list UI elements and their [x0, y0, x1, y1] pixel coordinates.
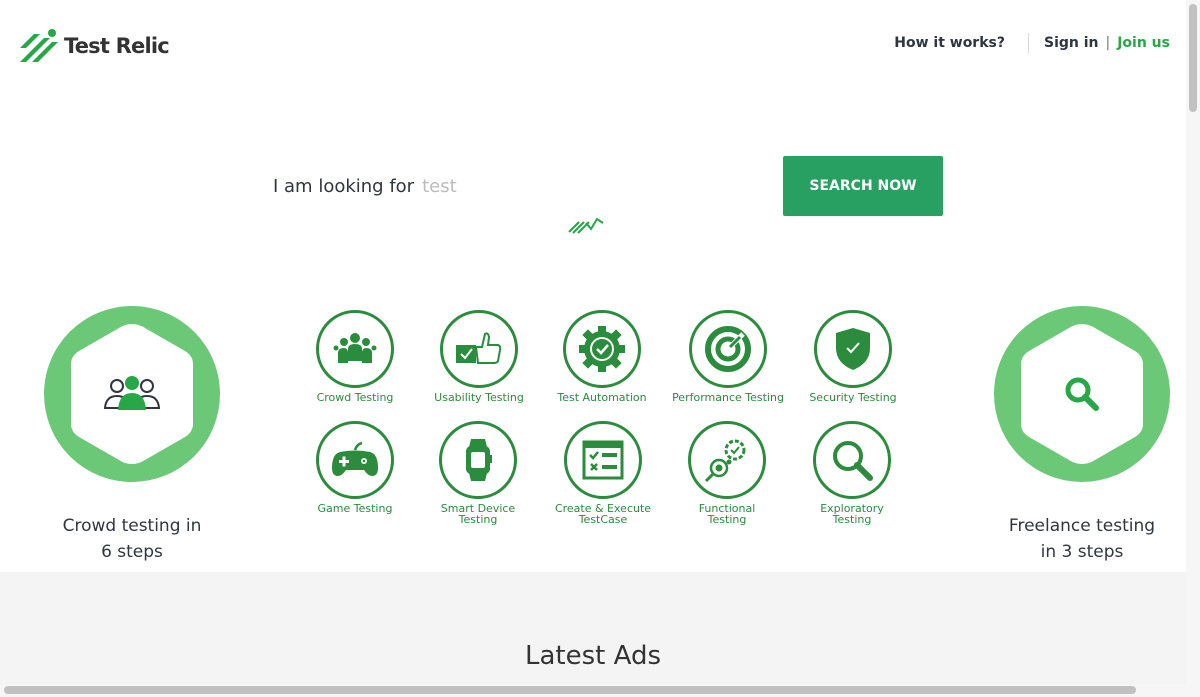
top-nav: How it works? Sign in | Join us [894, 33, 1170, 53]
gear-check-icon [579, 326, 625, 372]
search-bar: I am looking for SEARCH NOW [263, 156, 943, 216]
category-ring [563, 310, 641, 388]
title-line-2: 6 steps [101, 542, 163, 562]
smartwatch-icon [466, 439, 492, 481]
thumbs-up-icon [456, 332, 502, 364]
join-us-link[interactable]: Join us [1117, 35, 1170, 51]
gauge-icon [705, 326, 751, 372]
sign-in-link[interactable]: Sign in [1044, 35, 1099, 51]
category-ring [689, 310, 767, 388]
category-ring [813, 421, 891, 499]
how-it-works-link[interactable]: How it works? [894, 35, 1005, 51]
title-line-1: Crowd testing in [62, 516, 202, 536]
category-label-line-2: Testing [707, 513, 747, 526]
shield-icon [836, 328, 870, 370]
vertical-scroll-thumb[interactable] [1189, 4, 1197, 112]
category-ring [564, 421, 642, 499]
search-icon [833, 441, 873, 481]
category-exploratory-testing[interactable]: Exploratory Testing [787, 421, 917, 525]
search-label: I am looking for [273, 175, 415, 197]
category-test-automation[interactable]: Test Automation [537, 310, 667, 403]
category-ring [814, 310, 892, 388]
vertical-scrollbar[interactable] [1186, 0, 1200, 697]
search-now-button[interactable]: SEARCH NOW [783, 156, 943, 216]
latest-ads-title: Latest Ads [525, 641, 661, 671]
crowd-testing-title: Crowd testing in 6 steps [44, 513, 220, 565]
category-label-line-2: TestCase [578, 513, 628, 526]
category-label: Performance Testing [672, 391, 784, 404]
title-line-1: Freelance testing [1008, 516, 1156, 536]
category-ring [688, 421, 766, 499]
category-security-testing[interactable]: Security Testing [788, 310, 918, 403]
hexagon-badge [994, 306, 1170, 482]
category-label: Security Testing [809, 391, 897, 404]
latest-ads-section: Latest Ads [0, 572, 1186, 697]
brand-mark-icon [568, 217, 604, 234]
category-label: Create & Execute TestCase [538, 503, 668, 525]
gamepad-icon [332, 441, 378, 476]
category-label: Smart Device Testing [413, 503, 543, 525]
title-line-2: in 3 steps [1040, 542, 1124, 562]
search-input[interactable] [422, 175, 743, 197]
nav-pipe: | [1105, 35, 1111, 51]
category-ring [439, 421, 517, 499]
crowd-icon [333, 333, 377, 363]
magnifier-icon [1065, 377, 1099, 411]
logo-mark-icon [20, 29, 58, 62]
category-performance-testing[interactable]: Performance Testing [663, 310, 793, 403]
category-label: Game Testing [317, 502, 393, 515]
category-label: Functional Testing [662, 503, 792, 525]
freelance-testing-steps[interactable]: Freelance testing in 3 steps [994, 306, 1170, 565]
hexagon-badge [44, 306, 220, 482]
horizontal-scrollbar[interactable] [0, 684, 1186, 697]
category-ring [316, 310, 394, 388]
category-smart-device-testing[interactable]: Smart Device Testing [413, 421, 543, 525]
crowd-testing-steps[interactable]: Crowd testing in 6 steps [44, 306, 220, 565]
category-usability-testing[interactable]: Usability Testing [414, 310, 544, 403]
functional-icon [704, 439, 746, 483]
category-ring [440, 310, 518, 388]
category-label: Usability Testing [434, 391, 524, 404]
category-label: Test Automation [557, 391, 647, 404]
freelance-testing-title: Freelance testing in 3 steps [994, 513, 1170, 565]
category-crowd-testing[interactable]: Crowd Testing [290, 310, 420, 403]
category-ring [316, 421, 394, 499]
category-functional-testing[interactable]: Functional Testing [662, 421, 792, 525]
nav-divider [1027, 33, 1029, 53]
category-game-testing[interactable]: Game Testing [290, 421, 420, 514]
category-label: Exploratory Testing [787, 503, 917, 525]
checklist-icon [582, 440, 624, 480]
logo-text: Test Relic [64, 34, 170, 58]
category-create-execute-testcase[interactable]: Create & Execute TestCase [538, 421, 668, 525]
horizontal-scroll-thumb[interactable] [4, 686, 1136, 694]
site-header: Test Relic How it works? Sign in | Join … [0, 0, 1186, 88]
category-label-line-2: Testing [458, 513, 498, 526]
people-group-icon [103, 376, 161, 410]
category-label-line-2: Testing [832, 513, 872, 526]
logo[interactable]: Test Relic [18, 28, 170, 64]
category-label: Crowd Testing [316, 391, 394, 404]
